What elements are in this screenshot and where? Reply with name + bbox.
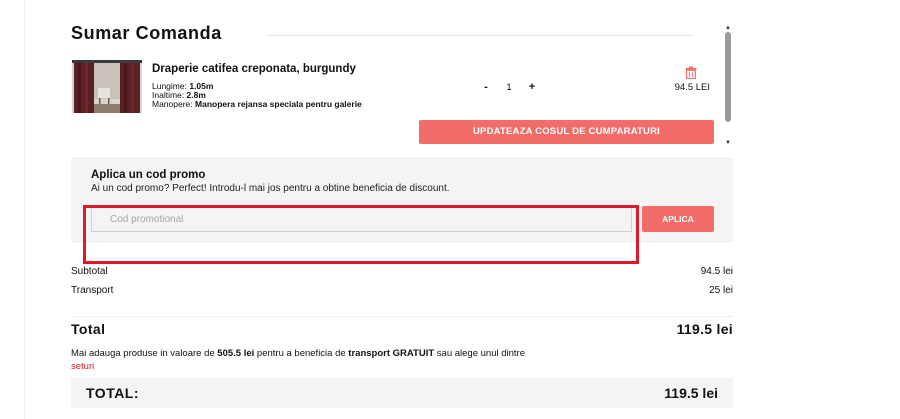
grand-total-box: TOTAL: 119.5 lei (71, 378, 733, 408)
transport-label: Transport (71, 285, 114, 296)
scroll-down-icon[interactable]: ▼ (724, 140, 732, 146)
quantity-input[interactable] (500, 80, 518, 94)
trash-icon[interactable] (685, 66, 697, 80)
quantity-increase-button[interactable]: + (524, 80, 540, 94)
grand-total-value: 119.5 lei (664, 385, 718, 401)
product-finish: Manopere: Manopera rejansa speciala pent… (152, 99, 362, 109)
promo-code-panel: Aplica un cod promo Ai un cod promo? Per… (71, 157, 733, 243)
total-value: 119.5 lei (676, 321, 733, 337)
update-cart-button[interactable]: UPDATEAZA COSUL DE CUMPARATURI (419, 120, 714, 144)
transport-value: 25 lei (709, 285, 733, 296)
quantity-stepper: - + (478, 80, 542, 94)
promo-code-input[interactable] (91, 206, 632, 232)
cart-scrollbar[interactable]: ▲ ▼ (724, 25, 732, 147)
apply-promo-button[interactable]: APLICA (642, 206, 714, 232)
title-divider (268, 35, 692, 36)
note-text-3: sau alege unul dintre (434, 348, 525, 359)
line-item-price: 94.5 LEI (674, 82, 710, 93)
quantity-decrease-button[interactable]: - (478, 80, 494, 94)
page-left-border (24, 0, 25, 419)
order-summary-title: Sumar Comanda (71, 23, 222, 43)
promo-title: Aplica un cod promo (91, 169, 206, 181)
subtotal-value: 94.5 lei (700, 266, 733, 277)
finish-value: Manopera rejansa speciala pentru galerie (195, 99, 362, 109)
scroll-thumb[interactable] (725, 32, 731, 122)
totals-divider (71, 316, 733, 317)
product-image[interactable] (72, 60, 142, 113)
free-shipping-note: Mai adauga produse in valoare de 505.5 l… (71, 347, 751, 373)
promo-description: Ai un cod promo? Perfect! Introdu-l mai … (91, 183, 450, 194)
subtotal-label: Subtotal (71, 266, 108, 277)
note-amount: 505.5 lei (217, 348, 255, 359)
note-free-shipping: transport GRATUIT (348, 348, 435, 359)
sets-link[interactable]: seturi (71, 361, 94, 372)
product-name[interactable]: Draperie catifea creponata, burgundy (152, 63, 356, 75)
finish-label: Manopere: (152, 99, 193, 109)
note-text-2: pentru a beneficia de (254, 348, 349, 359)
total-label: Total (71, 321, 106, 337)
grand-total-label: TOTAL: (86, 385, 140, 401)
note-text-1: Mai adauga produse in valoare de (71, 348, 218, 359)
scroll-up-icon[interactable]: ▲ (724, 25, 732, 31)
